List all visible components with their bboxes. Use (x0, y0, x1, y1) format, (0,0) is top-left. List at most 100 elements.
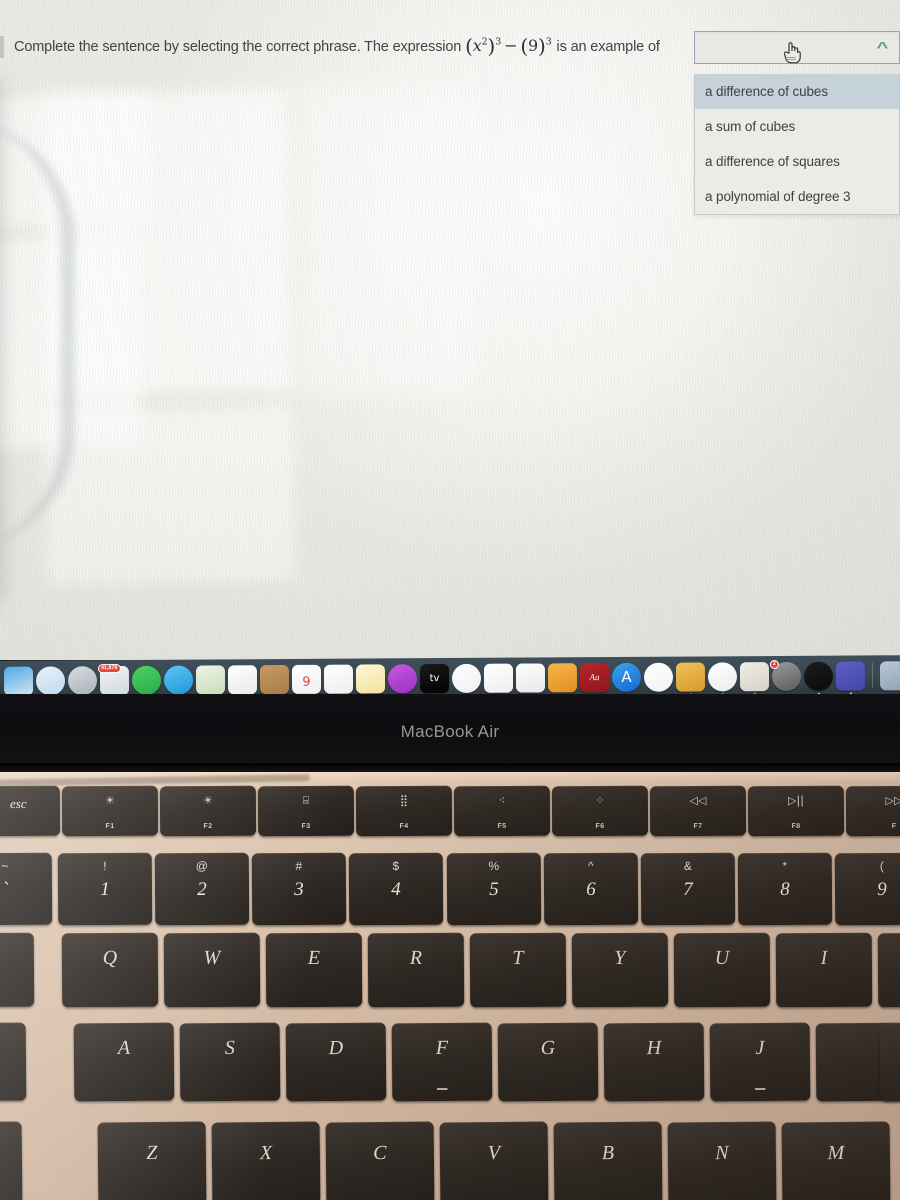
dock-icon-microsoft-teams[interactable] (835, 660, 866, 696)
dock-icon-imovie[interactable] (675, 661, 706, 697)
dropdown-option[interactable]: a difference of squares (695, 144, 899, 179)
dock-icon-downloads-stack[interactable] (879, 660, 900, 690)
key-f5[interactable]: ⁖ F5 (453, 785, 551, 837)
key-T[interactable]: T (469, 932, 567, 1008)
key-J[interactable]: J (709, 1022, 811, 1102)
key-primary-label: 1 (100, 878, 110, 901)
key-S[interactable]: S (179, 1022, 281, 1102)
key-B[interactable]: B (553, 1121, 663, 1200)
key-primary-label: 8 (780, 878, 790, 901)
dock-icon-pages[interactable] (547, 662, 578, 697)
key-I[interactable]: I (775, 932, 873, 1008)
dock-icon-app-store[interactable]: A (611, 662, 642, 692)
key-9[interactable]: (9 (834, 852, 900, 926)
dock-icon-finder[interactable] (3, 666, 34, 701)
key-shift[interactable] (0, 1121, 23, 1200)
home-row-bump (436, 1087, 448, 1091)
dock-icon-photos[interactable]: 41,878 (97, 663, 130, 700)
key-f8[interactable]: ▷|| F8 (747, 785, 845, 837)
key-f4[interactable]: ⣿ F4 (355, 785, 453, 837)
key-3[interactable]: #3 (251, 852, 347, 926)
key-5[interactable]: % 5 (446, 852, 542, 926)
key-primary-label: D (328, 1036, 344, 1060)
key-A[interactable]: A (73, 1022, 175, 1102)
dock-icon-preview[interactable] (739, 661, 770, 696)
dock-icon-chrome[interactable] (707, 661, 738, 696)
macbook-air-brand-label: MacBook Air (400, 722, 500, 741)
dictionary-glyph: Aa (589, 672, 600, 683)
key-Z[interactable]: Z (97, 1121, 207, 1200)
dock-items: 41,878 9 tv Aa A 2 (3, 658, 900, 701)
dock-icon-music[interactable] (643, 662, 674, 697)
dock-icon-numbers[interactable] (483, 663, 514, 698)
key-C[interactable]: C (325, 1121, 435, 1200)
key-Y[interactable]: Y (571, 932, 669, 1008)
key-6[interactable]: ^ 6 (543, 852, 639, 926)
dropdown-option[interactable]: a polynomial of degree 3 (695, 179, 899, 214)
key-primary-label: 2 (197, 878, 207, 901)
key-Q[interactable]: Q (61, 932, 159, 1008)
dock-icon-messages[interactable] (163, 665, 194, 695)
key-primary-label: E (307, 946, 321, 970)
dock-icon-apple-tv[interactable]: tv (419, 663, 450, 693)
dock-icon-maps[interactable] (195, 664, 226, 695)
fkey-label: F3 (301, 822, 311, 831)
key-f7[interactable]: ◁◁ F7 (649, 785, 747, 837)
dock-icon-facetime[interactable] (131, 665, 162, 695)
key-primary-label: 9 (877, 878, 887, 901)
key-f6[interactable]: ⁘ F6 (551, 785, 649, 837)
dock-icon-news[interactable] (451, 663, 482, 693)
answer-dropdown-list[interactable]: a difference of cubes a sum of cubes a d… (694, 74, 900, 215)
dock-icon-podcasts[interactable] (387, 663, 418, 698)
dock-icon-calendar[interactable]: 9 (291, 664, 322, 699)
key-H[interactable]: H (603, 1022, 705, 1102)
dock-icon-contacts[interactable] (259, 664, 290, 694)
key-8[interactable]: * 8 (737, 852, 833, 926)
dock-icon-launchpad[interactable] (67, 665, 98, 695)
key-N[interactable]: N (667, 1121, 777, 1200)
rewind-icon: ◁◁ (689, 793, 707, 808)
key-capslock[interactable] (0, 1022, 27, 1102)
key-W[interactable]: W (163, 932, 261, 1008)
apple-tv-glyph: tv (429, 672, 440, 684)
dock-icon-system-preferences[interactable]: 2 (769, 659, 802, 691)
dropdown-option[interactable]: a sum of cubes (695, 109, 899, 144)
dock-icon-safari[interactable] (35, 665, 66, 696)
key-R[interactable]: R (367, 932, 465, 1008)
key-esc[interactable]: esc (0, 785, 61, 837)
key-primary-label: H (646, 1036, 662, 1060)
fkey-label: F7 (693, 822, 703, 831)
key-f9[interactable]: ▷▷ F (845, 785, 900, 837)
dock-icon-reminders[interactable] (323, 664, 354, 694)
dock-icon-dictionary[interactable]: Aa (579, 662, 610, 692)
key-primary-label: F (435, 1036, 449, 1060)
key-tab[interactable] (0, 932, 35, 1008)
dock-icon-photos-rainbow[interactable] (227, 664, 258, 694)
key-1[interactable]: ! 1 (57, 852, 153, 926)
key-f1[interactable]: ☀ F1 (61, 785, 159, 837)
key-O[interactable] (877, 932, 900, 1008)
key-F[interactable]: F (391, 1022, 493, 1102)
dock-icon-keynote[interactable] (515, 662, 546, 698)
key-G[interactable]: G (497, 1022, 599, 1102)
key-D[interactable]: D (285, 1022, 387, 1102)
dropdown-option[interactable]: a difference of cubes (695, 74, 899, 109)
chevron-up-icon[interactable]: ^ (877, 39, 889, 56)
key-X[interactable]: X (211, 1121, 321, 1200)
key-V[interactable]: V (439, 1121, 549, 1200)
launchpad-icon: ⣿ (399, 793, 409, 808)
key-7[interactable]: & 7 (640, 852, 736, 926)
key-E[interactable]: E (265, 932, 363, 1008)
key-M[interactable]: M (781, 1121, 891, 1200)
key-f3[interactable]: ⌸ F3 (257, 785, 355, 837)
key-f2[interactable]: ☀ F2 (159, 785, 257, 837)
key-`[interactable]: ~ ` (0, 852, 53, 926)
fkey-label: F6 (595, 822, 605, 831)
mission-control-icon: ⌸ (302, 793, 310, 808)
key-U[interactable]: U (673, 932, 771, 1008)
dock-icon-webex[interactable] (803, 661, 834, 696)
key-K[interactable] (879, 1022, 900, 1102)
key-4[interactable]: $4 (348, 852, 444, 926)
key-2[interactable]: @2 (154, 852, 250, 926)
dock-icon-notes[interactable] (355, 663, 386, 694)
